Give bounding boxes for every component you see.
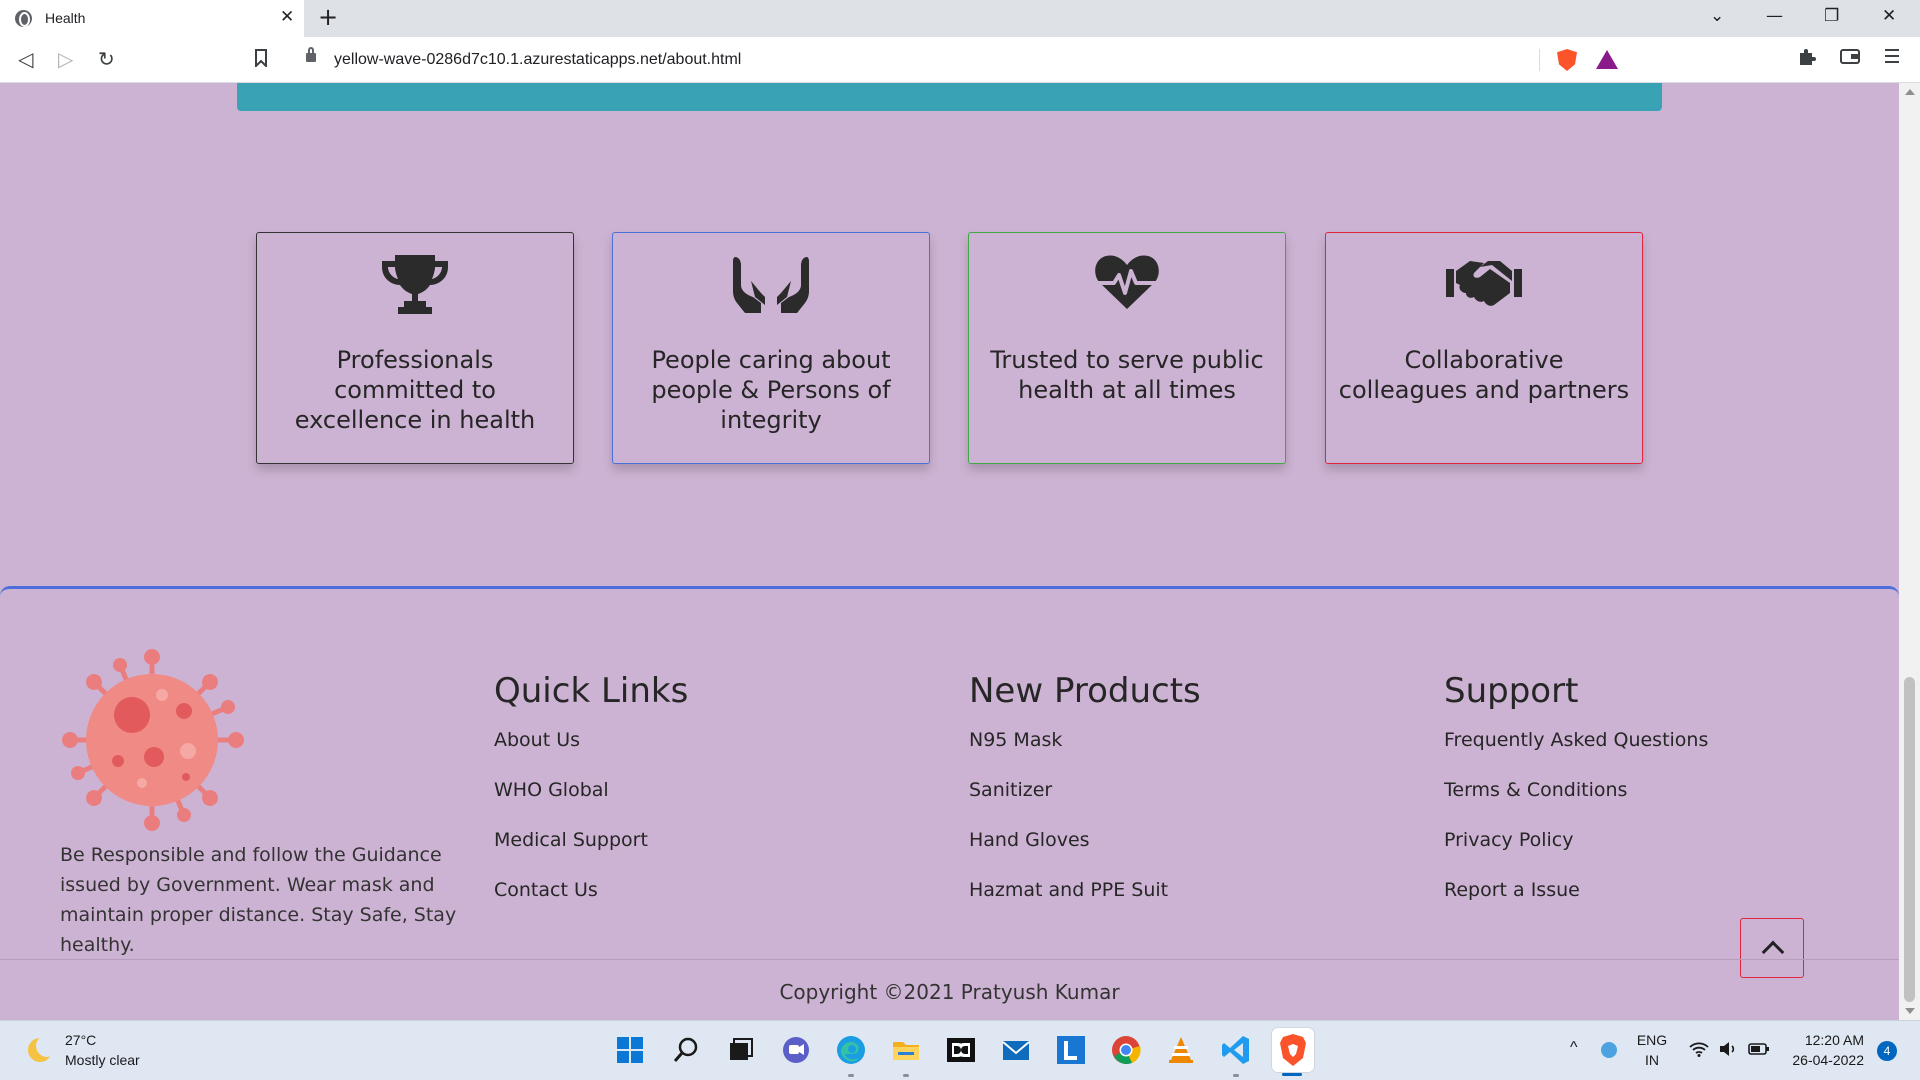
value-card-caring: People caring about people & Persons of … bbox=[612, 232, 930, 464]
wifi-icon[interactable] bbox=[1689, 1041, 1709, 1061]
l-app-icon[interactable] bbox=[1055, 1034, 1087, 1066]
vscode-icon[interactable] bbox=[1220, 1034, 1252, 1066]
handshake-icon bbox=[1326, 253, 1642, 319]
explorer-running-indicator bbox=[903, 1074, 909, 1077]
browser-titlebar: Health ✕ + ⌄ — ❐ ✕ bbox=[0, 0, 1920, 37]
vscode-running-indicator bbox=[1233, 1074, 1239, 1077]
forward-icon[interactable]: ▷ bbox=[58, 47, 73, 71]
link-medical-support[interactable]: Medical Support bbox=[494, 827, 688, 877]
tab-health[interactable]: Health ✕ bbox=[0, 0, 304, 37]
close-window-button[interactable]: ✕ bbox=[1882, 6, 1896, 26]
edge-running-indicator bbox=[848, 1074, 854, 1077]
quick-links-title: Quick Links bbox=[494, 671, 689, 711]
battery-icon[interactable] bbox=[1748, 1041, 1770, 1061]
virus-icon bbox=[58, 645, 258, 839]
support-title: Support bbox=[1444, 671, 1579, 711]
card-text: Professionals committed to excellence in… bbox=[294, 346, 536, 434]
file-explorer-icon[interactable] bbox=[890, 1034, 922, 1066]
new-tab-button[interactable]: + bbox=[318, 3, 338, 31]
lock-icon[interactable] bbox=[306, 47, 316, 62]
footer-divider bbox=[0, 959, 1899, 960]
link-hazmat-ppe-suit[interactable]: Hazmat and PPE Suit bbox=[969, 877, 1201, 927]
scrollbar-thumb[interactable] bbox=[1904, 677, 1915, 1002]
link-sanitizer[interactable]: Sanitizer bbox=[969, 777, 1201, 827]
brave-rewards-icon[interactable] bbox=[1596, 50, 1618, 69]
browser-toolbar: ◁ ▷ ↻ yellow-wave-0286d7c10.1.azurestati… bbox=[0, 37, 1920, 83]
tab-close-icon[interactable]: ✕ bbox=[280, 7, 294, 27]
back-to-top-button[interactable] bbox=[1740, 918, 1804, 978]
trophy-icon bbox=[257, 253, 573, 319]
heartbeat-icon bbox=[969, 253, 1285, 319]
menu-icon[interactable] bbox=[1884, 47, 1900, 70]
tab-title: Health bbox=[45, 10, 86, 26]
footer-about-text: Be Responsible and follow the Guidance i… bbox=[60, 844, 457, 956]
clock-date[interactable]: 26-04-2022 bbox=[1784, 1052, 1864, 1068]
value-card-trusted: Trusted to serve public health at all ti… bbox=[968, 232, 1286, 464]
windows-start-icon[interactable] bbox=[614, 1034, 646, 1066]
weather-temperature[interactable]: 27°C bbox=[65, 1032, 96, 1048]
copyright-text: Copyright ©2021 Pratyush Kumar bbox=[779, 980, 1120, 1004]
chrome-icon[interactable] bbox=[1110, 1034, 1142, 1066]
brave-icon[interactable] bbox=[1272, 1028, 1314, 1072]
back-icon[interactable]: ◁ bbox=[18, 47, 33, 71]
page-content: Professionals committed to excellence in… bbox=[0, 83, 1899, 1020]
bookmark-icon[interactable] bbox=[254, 49, 268, 71]
mail-icon[interactable] bbox=[1000, 1034, 1032, 1066]
brave-shield-icon[interactable] bbox=[1557, 49, 1577, 71]
puzzle-icon[interactable] bbox=[1797, 47, 1817, 72]
link-about-us[interactable]: About Us bbox=[494, 727, 688, 777]
chat-icon[interactable] bbox=[780, 1034, 812, 1066]
card-text: Trusted to serve public health at all ti… bbox=[990, 346, 1264, 404]
chevron-up-tray-icon[interactable]: ^ bbox=[1570, 1039, 1578, 1057]
globe-icon bbox=[15, 10, 32, 27]
notification-badge[interactable]: 4 bbox=[1877, 1041, 1897, 1061]
minimize-button[interactable]: — bbox=[1766, 6, 1783, 26]
value-card-excellence: Professionals committed to excellence in… bbox=[256, 232, 574, 464]
new-products-column: New Products N95 Mask Sanitizer Hand Glo… bbox=[969, 671, 1201, 927]
task-view-icon[interactable] bbox=[725, 1034, 757, 1066]
language-secondary[interactable]: IN bbox=[1636, 1052, 1668, 1068]
weather-description[interactable]: Mostly clear bbox=[65, 1052, 140, 1068]
onedrive-status-icon[interactable] bbox=[1601, 1042, 1617, 1058]
search-icon[interactable] bbox=[670, 1034, 702, 1066]
scroll-up-arrow-icon[interactable] bbox=[1905, 89, 1915, 95]
page-scrollbar[interactable] bbox=[1899, 83, 1920, 1020]
link-who-global[interactable]: WHO Global bbox=[494, 777, 688, 827]
banner-strip bbox=[237, 83, 1662, 111]
clock-time[interactable]: 12:20 AM bbox=[1784, 1032, 1864, 1048]
site-footer: Be Responsible and follow the Guidance i… bbox=[0, 586, 1899, 1020]
value-card-collaborative: Collaborative colleagues and partners bbox=[1325, 232, 1643, 464]
wallet-icon[interactable] bbox=[1840, 47, 1860, 70]
link-terms-conditions[interactable]: Terms & Conditions bbox=[1444, 777, 1708, 827]
address-divider bbox=[1539, 49, 1540, 71]
vlc-icon[interactable] bbox=[1165, 1034, 1197, 1066]
address-bar[interactable]: yellow-wave-0286d7c10.1.azurestaticapps.… bbox=[292, 43, 1628, 77]
link-report-issue[interactable]: Report a Issue bbox=[1444, 877, 1708, 927]
card-text: Collaborative colleagues and partners bbox=[1338, 346, 1630, 404]
dolby-icon[interactable] bbox=[945, 1034, 977, 1066]
reload-icon[interactable]: ↻ bbox=[98, 47, 115, 71]
link-contact-us[interactable]: Contact Us bbox=[494, 877, 688, 927]
restore-button[interactable]: ❐ bbox=[1824, 6, 1839, 26]
brave-active-indicator bbox=[1282, 1073, 1302, 1076]
language-primary[interactable]: ENG bbox=[1636, 1032, 1668, 1048]
volume-icon[interactable] bbox=[1718, 1041, 1738, 1061]
caring-hands-icon bbox=[613, 253, 929, 319]
tab-search-icon[interactable]: ⌄ bbox=[1710, 6, 1724, 26]
windows-taskbar: 27°C Mostly clear ^ ENG IN 12:20 AM 26-0… bbox=[0, 1020, 1920, 1080]
link-faq[interactable]: Frequently Asked Questions bbox=[1444, 727, 1708, 777]
link-hand-gloves[interactable]: Hand Gloves bbox=[969, 827, 1201, 877]
new-products-title: New Products bbox=[969, 671, 1201, 711]
quick-links-column: Quick Links About Us WHO Global Medical … bbox=[494, 671, 688, 927]
edge-icon[interactable] bbox=[835, 1034, 867, 1066]
scroll-down-arrow-icon[interactable] bbox=[1905, 1008, 1915, 1014]
url-text[interactable]: yellow-wave-0286d7c10.1.azurestaticapps.… bbox=[334, 51, 741, 69]
weather-moon-icon[interactable] bbox=[28, 1035, 58, 1062]
link-n95-mask[interactable]: N95 Mask bbox=[969, 727, 1201, 777]
card-text: People caring about people & Persons of … bbox=[651, 346, 891, 434]
support-column: Support Frequently Asked Questions Terms… bbox=[1444, 671, 1708, 927]
link-privacy-policy[interactable]: Privacy Policy bbox=[1444, 827, 1708, 877]
